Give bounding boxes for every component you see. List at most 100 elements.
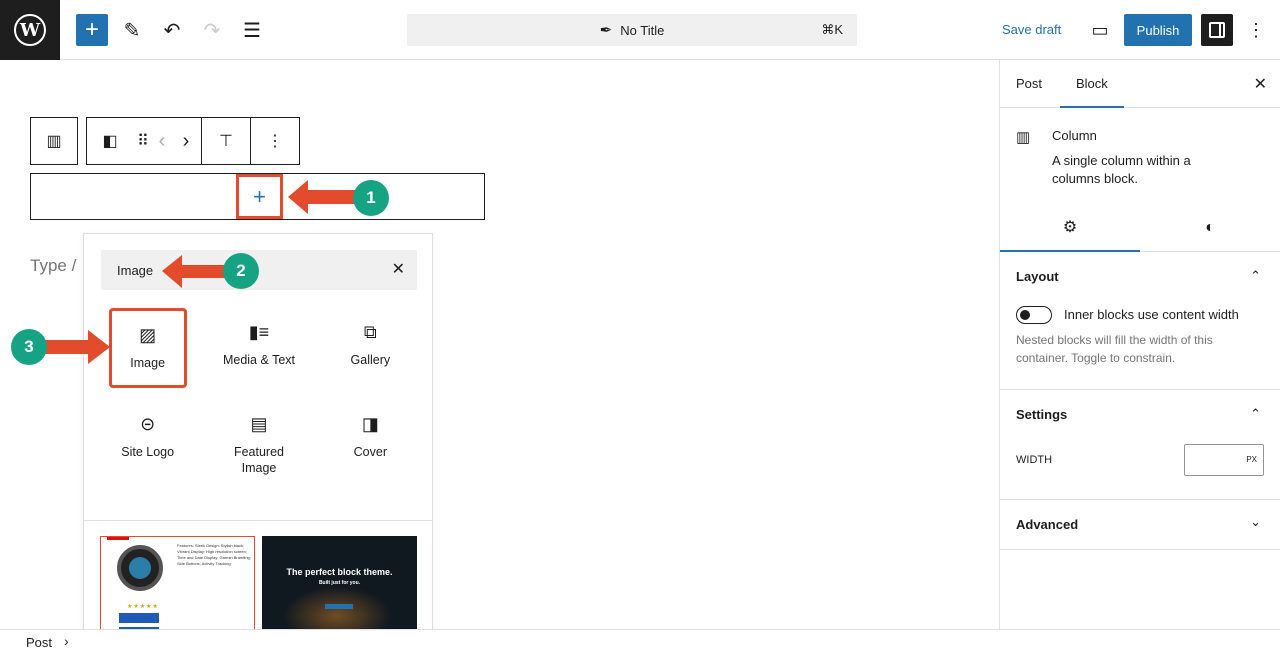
- tools-button[interactable]: ✎: [116, 14, 148, 46]
- column-icon: ▥: [1016, 129, 1031, 146]
- wordpress-logo-button[interactable]: W: [0, 0, 60, 60]
- document-overview-button[interactable]: ☰: [236, 14, 268, 46]
- annotation-badge-2: 2: [223, 253, 259, 289]
- rating-stars: ★★★★★: [127, 604, 159, 610]
- unit-select[interactable]: PX: [1246, 455, 1257, 464]
- move-left-button[interactable]: ‹: [153, 118, 171, 164]
- undo-icon: ↶: [163, 19, 181, 42]
- tab-styles[interactable]: ◐: [1140, 204, 1280, 252]
- pattern-cta: [325, 604, 353, 609]
- annotation-arrow-3: [44, 330, 110, 364]
- wordpress-logo-icon: W: [14, 14, 46, 46]
- chevron-down-icon[interactable]: ⌄: [1250, 514, 1261, 530]
- gallery-icon: ⧉: [363, 321, 377, 342]
- plus-icon: +: [84, 16, 99, 43]
- settings-toggle-button[interactable]: [1201, 14, 1233, 46]
- top-toolbar: W + ✎ ↶ ↷ ☰ ✒ No Title ⌘K Save draft ▭ P…: [0, 0, 1280, 60]
- content-width-help: Nested blocks will fill the width of thi…: [1016, 333, 1213, 365]
- watch-image: [117, 545, 163, 591]
- block-appender-button[interactable]: +: [236, 174, 283, 219]
- settings-panel: Settings ⌃ WIDTH PX: [1000, 390, 1280, 500]
- plus-icon: +: [253, 183, 266, 209]
- block-card-description: A single column within a columns block.: [1052, 153, 1191, 186]
- media-text-icon: ▮≡: [248, 321, 270, 342]
- select-parent-columns-button[interactable]: ▥: [31, 118, 77, 164]
- width-input[interactable]: PX: [1184, 444, 1264, 476]
- document-title: No Title: [620, 22, 665, 38]
- redo-button[interactable]: ↷: [196, 14, 228, 46]
- annotation-arrow-2: [162, 255, 226, 288]
- more-vertical-icon: ⋮: [1247, 19, 1265, 40]
- sidebar-tabs: Post Block ✕: [1000, 60, 1280, 108]
- drag-handle[interactable]: ⠿: [133, 118, 153, 164]
- advanced-panel: Advanced ⌄: [1000, 500, 1280, 550]
- block-inserter-toggle[interactable]: +: [76, 14, 108, 46]
- vertical-align-button[interactable]: ⊤: [202, 118, 250, 164]
- settings-panel-title[interactable]: Settings: [1016, 390, 1067, 440]
- options-menu-button[interactable]: ⋮: [1244, 14, 1268, 46]
- layout-panel-title[interactable]: Layout: [1016, 252, 1059, 302]
- block-option-label: Site Logo: [121, 445, 175, 459]
- block-options-button[interactable]: ⋮: [251, 118, 299, 164]
- styles-icon: ◐: [1205, 219, 1215, 236]
- content-width-label: Inner blocks use content width: [1064, 307, 1239, 322]
- chevron-up-icon[interactable]: ⌃: [1250, 268, 1261, 284]
- width-label: WIDTH: [1016, 454, 1053, 466]
- image-icon: ▨: [139, 324, 157, 345]
- block-option-label: Cover: [353, 445, 387, 459]
- block-search-input[interactable]: Image ✕: [101, 250, 417, 290]
- block-controls-group: ◧ ⠿ ‹ › ⊤ ⋮: [86, 117, 300, 165]
- desktop-icon: ▭: [1091, 19, 1109, 40]
- more-vertical-icon: ⋮: [267, 133, 283, 150]
- block-option-image[interactable]: ▨ Image: [108, 308, 187, 388]
- breadcrumb-post[interactable]: Post: [26, 635, 52, 650]
- align-top-icon: ⊤: [219, 133, 233, 150]
- tab-block[interactable]: Block: [1060, 60, 1124, 108]
- command-palette-bar[interactable]: ✒ No Title ⌘K: [407, 14, 857, 46]
- block-option-label: Gallery: [350, 353, 391, 367]
- block-option-gallery[interactable]: ⧉ Gallery: [315, 308, 426, 388]
- advanced-panel-title[interactable]: Advanced: [1016, 500, 1078, 550]
- block-option-label: Media & Text: [222, 353, 295, 367]
- layout-panel: Layout ⌃ Inner blocks use content width …: [1000, 252, 1280, 390]
- annotation-badge-1: 1: [353, 180, 389, 216]
- preview-button[interactable]: ▭: [1084, 14, 1116, 46]
- pattern-features-text: Features: Sleek Design: Stylish black; V…: [177, 543, 251, 566]
- close-icon[interactable]: ✕: [1254, 74, 1267, 94]
- column-icon: ◧: [102, 133, 118, 150]
- parent-block-group: ▥: [30, 117, 78, 165]
- annotation-arrow-1: [288, 180, 356, 214]
- block-option-media-text[interactable]: ▮≡ Media & Text: [203, 308, 314, 388]
- breadcrumb-separator-icon: ›: [64, 633, 69, 649]
- pattern-heading: The perfect block theme.: [286, 567, 393, 577]
- block-inspector-tabs: ⚙ ◐: [1000, 204, 1280, 252]
- pattern-button: [119, 613, 159, 623]
- block-option-site-logo[interactable]: ⊝ Site Logo: [92, 400, 203, 480]
- undo-button[interactable]: ↶: [156, 14, 188, 46]
- paragraph-placeholder[interactable]: Type /: [30, 256, 76, 276]
- publish-button[interactable]: Publish: [1124, 14, 1192, 46]
- tab-settings[interactable]: ⚙: [1000, 204, 1140, 252]
- move-right-button[interactable]: ›: [171, 118, 201, 164]
- block-card-title: Column: [1052, 128, 1097, 143]
- sale-ribbon: [107, 537, 129, 540]
- block-option-label: Image: [130, 356, 166, 370]
- document-icon: ✒: [599, 22, 613, 39]
- redo-icon: ↷: [203, 19, 221, 42]
- chevron-up-icon[interactable]: ⌃: [1250, 406, 1261, 422]
- shortcut-hint: ⌘K: [821, 22, 843, 37]
- sidebar-icon: [1209, 22, 1225, 38]
- list-view-icon: ☰: [243, 19, 261, 42]
- settings-sidebar: Post Block ✕ ▥ Column A single column wi…: [999, 60, 1280, 630]
- block-type-button[interactable]: ◧: [87, 118, 133, 164]
- clear-search-icon[interactable]: ✕: [392, 259, 405, 279]
- search-value: Image: [117, 263, 154, 278]
- chevron-left-icon: ‹: [158, 129, 166, 152]
- block-option-featured-image[interactable]: ▤ Featured Image: [203, 400, 314, 480]
- block-option-cover[interactable]: ◨ Cover: [315, 400, 426, 480]
- drag-icon: ⠿: [137, 133, 149, 150]
- save-draft-button[interactable]: Save draft: [996, 14, 1067, 46]
- gear-icon: ⚙: [1062, 219, 1078, 236]
- content-width-toggle[interactable]: [1016, 306, 1052, 324]
- tab-post[interactable]: Post: [1000, 60, 1058, 108]
